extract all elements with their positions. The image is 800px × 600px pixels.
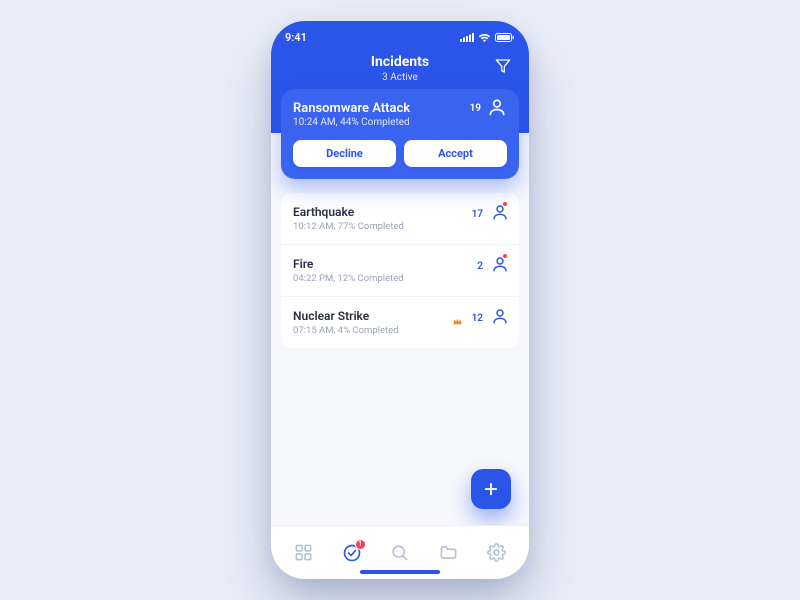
- filter-icon: [495, 58, 511, 74]
- tab-dashboard[interactable]: [288, 538, 318, 568]
- incident-subtitle: 07:15 AM, 4% Completed: [293, 325, 507, 336]
- battery-icon: [495, 33, 515, 42]
- page-subtitle: 3 Active: [285, 72, 515, 83]
- search-icon: [390, 543, 409, 562]
- gear-icon: [487, 543, 506, 562]
- folder-icon: [439, 543, 458, 562]
- incident-people-count: 2: [477, 261, 483, 272]
- filter-button[interactable]: [491, 54, 515, 78]
- person-icon: [487, 97, 507, 121]
- featured-incident-card[interactable]: Ransomware Attack 10:24 AM, 44% Complete…: [281, 89, 519, 179]
- home-indicator[interactable]: [360, 570, 440, 574]
- tab-search[interactable]: [385, 538, 415, 568]
- person-icon: [491, 307, 509, 329]
- tab-files[interactable]: [433, 538, 463, 568]
- incident-row[interactable]: Fire 04:22 PM, 12% Completed 2: [281, 245, 519, 297]
- incident-people-count: 17: [472, 209, 483, 220]
- incident-subtitle: 04:22 PM, 12% Completed: [293, 273, 507, 284]
- page-title: Incidents: [285, 54, 515, 71]
- add-incident-button[interactable]: [471, 469, 511, 509]
- tab-settings[interactable]: [482, 538, 512, 568]
- tab-incidents[interactable]: 1: [337, 538, 367, 568]
- incident-subtitle: 10:12 AM, 77% Completed: [293, 221, 507, 232]
- status-time: 9:41: [285, 31, 307, 44]
- featured-subtitle: 10:24 AM, 44% Completed: [293, 117, 507, 128]
- tab-bar: 1: [271, 525, 529, 579]
- title-bar: Incidents 3 Active: [285, 54, 515, 83]
- alert-dot-icon: [502, 253, 508, 259]
- status-bar: 9:41: [285, 31, 515, 44]
- decline-button[interactable]: Decline: [293, 140, 396, 167]
- featured-people-count: 19: [470, 103, 481, 114]
- status-icons: [460, 33, 515, 42]
- phone-frame: 9:41 Incidents 3 Active Ransomware Attac…: [271, 21, 529, 579]
- incident-title: Fire: [293, 257, 507, 271]
- alert-dot-icon: [502, 201, 508, 207]
- incident-people-count: 12: [472, 313, 483, 324]
- wifi-icon: [478, 33, 491, 42]
- signal-icon: [460, 33, 474, 42]
- plus-icon: [482, 480, 500, 498]
- tab-badge: 1: [355, 539, 366, 550]
- incident-row[interactable]: Nuclear Strike 07:15 AM, 4% Completed 12: [281, 297, 519, 348]
- incident-row[interactable]: Earthquake 10:12 AM, 77% Completed 17: [281, 193, 519, 245]
- incident-list: Earthquake 10:12 AM, 77% Completed 17 Fi…: [281, 193, 519, 348]
- featured-actions: Decline Accept: [293, 140, 507, 167]
- crown-icon: [452, 312, 463, 331]
- accept-button[interactable]: Accept: [404, 140, 507, 167]
- grid-icon: [294, 543, 313, 562]
